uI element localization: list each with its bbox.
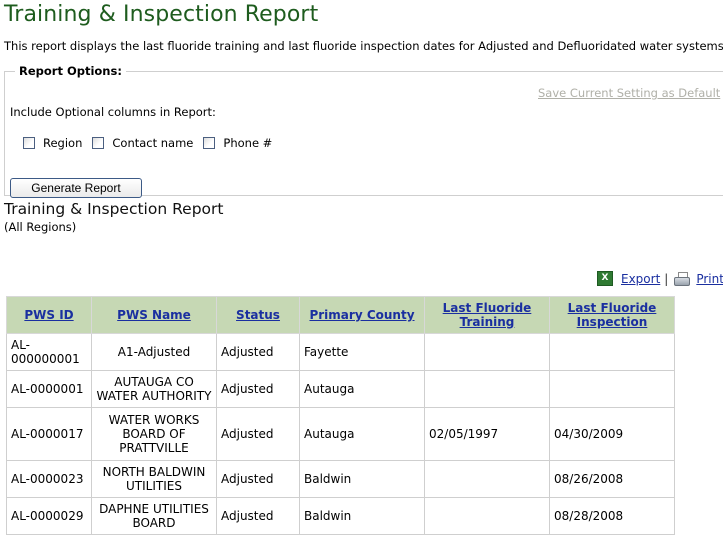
sort-last-inspection-link[interactable]: Last Fluoride Inspection xyxy=(568,301,657,329)
contact-name-checkbox-label: Contact name xyxy=(112,136,194,150)
status-cell: Adjusted xyxy=(216,497,300,535)
sort-pws-name-link[interactable]: PWS Name xyxy=(117,308,191,322)
inspection-date-cell xyxy=(549,333,675,371)
pws-name-cell: A1-Adjusted xyxy=(91,333,217,371)
report-options-panel: Report Options: Save Current Setting as … xyxy=(4,64,723,198)
sort-status-link[interactable]: Status xyxy=(236,308,280,322)
pws-name-cell: DAPHNE UTILITIES BOARD xyxy=(91,497,217,535)
county-cell: Baldwin xyxy=(299,460,425,498)
page-title: Training & Inspection Report xyxy=(4,2,319,27)
region-checkbox-option[interactable]: Region xyxy=(23,136,82,150)
table-row: AL-000000001 A1-Adjusted Adjusted Fayett… xyxy=(6,333,675,371)
column-header-pws-id[interactable]: PWS ID xyxy=(6,296,92,334)
column-header-last-training[interactable]: Last Fluoride Training xyxy=(424,296,550,334)
status-cell: Adjusted xyxy=(216,407,300,461)
toolbar-separator: | xyxy=(664,271,669,286)
table-row: AL-0000023 NORTH BALDWIN UTILITIES Adjus… xyxy=(6,460,675,498)
print-link[interactable]: Print xyxy=(696,272,723,286)
region-scope-label: (All Regions) xyxy=(4,220,77,234)
report-table: PWS ID PWS Name Status Primary County La… xyxy=(6,296,675,535)
phone-checkbox-option[interactable]: Phone # xyxy=(203,136,272,150)
county-cell: Autauga xyxy=(299,370,425,408)
training-date-cell xyxy=(424,370,550,408)
pws-id-cell: AL-0000023 xyxy=(6,460,92,498)
report-title: Training & Inspection Report xyxy=(4,200,224,218)
sort-pws-id-link[interactable]: PWS ID xyxy=(24,308,73,322)
county-cell: Fayette xyxy=(299,333,425,371)
table-header-row: PWS ID PWS Name Status Primary County La… xyxy=(6,296,675,334)
column-header-pws-name[interactable]: PWS Name xyxy=(91,296,217,334)
generate-report-button[interactable]: Generate Report xyxy=(10,178,142,198)
inspection-date-cell: 08/28/2008 xyxy=(549,497,675,535)
report-options-legend: Report Options: xyxy=(19,64,122,78)
training-date-cell xyxy=(424,497,550,535)
sort-last-training-link[interactable]: Last Fluoride Training xyxy=(443,301,532,329)
status-cell: Adjusted xyxy=(216,333,300,371)
training-date-cell xyxy=(424,460,550,498)
report-toolbar: X Export | Print xyxy=(597,271,723,286)
pws-name-cell: WATER WORKS BOARD OF PRATTVILLE xyxy=(91,407,217,461)
training-date-cell xyxy=(424,333,550,371)
inspection-date-cell xyxy=(549,370,675,408)
contact-name-checkbox[interactable] xyxy=(92,137,105,149)
county-cell: Autauga xyxy=(299,407,425,461)
printer-body-shape xyxy=(674,276,691,286)
optional-columns-group: Region Contact name Phone # xyxy=(23,136,282,150)
column-header-last-inspection[interactable]: Last Fluoride Inspection xyxy=(549,296,675,334)
export-link[interactable]: Export xyxy=(621,272,660,286)
region-checkbox[interactable] xyxy=(23,137,35,149)
county-cell: Baldwin xyxy=(299,497,425,535)
pws-name-cell: NORTH BALDWIN UTILITIES xyxy=(91,460,217,498)
pws-id-cell: AL-000000001 xyxy=(6,333,92,371)
save-default-link[interactable]: Save Current Setting as Default xyxy=(538,86,720,100)
column-header-status[interactable]: Status xyxy=(216,296,300,334)
excel-icon[interactable]: X xyxy=(597,271,613,286)
phone-checkbox[interactable] xyxy=(203,137,216,149)
page: Training & Inspection Report This report… xyxy=(0,0,723,234)
status-cell: Adjusted xyxy=(216,370,300,408)
status-cell: Adjusted xyxy=(216,460,300,498)
table-row: AL-0000017 WATER WORKS BOARD OF PRATTVIL… xyxy=(6,407,675,461)
include-columns-label: Include Optional columns in Report: xyxy=(10,105,216,119)
sort-primary-county-link[interactable]: Primary County xyxy=(309,308,414,322)
table-row: AL-0000001 AUTAUGA CO WATER AUTHORITY Ad… xyxy=(6,370,675,408)
region-checkbox-label: Region xyxy=(43,136,83,150)
pws-id-cell: AL-0000001 xyxy=(6,370,92,408)
report-description: This report displays the last fluoride t… xyxy=(4,39,723,53)
contact-name-checkbox-option[interactable]: Contact name xyxy=(92,136,193,150)
pws-id-cell: AL-0000029 xyxy=(6,497,92,535)
phone-checkbox-label: Phone # xyxy=(223,136,273,150)
column-header-primary-county[interactable]: Primary County xyxy=(299,296,425,334)
printer-icon[interactable] xyxy=(674,271,691,286)
pws-name-cell: AUTAUGA CO WATER AUTHORITY xyxy=(91,370,217,408)
training-date-cell: 02/05/1997 xyxy=(424,407,550,461)
table-row: AL-0000029 DAPHNE UTILITIES BOARD Adjust… xyxy=(6,497,675,535)
pws-id-cell: AL-0000017 xyxy=(6,407,92,461)
inspection-date-cell: 08/26/2008 xyxy=(549,460,675,498)
inspection-date-cell: 04/30/2009 xyxy=(549,407,675,461)
